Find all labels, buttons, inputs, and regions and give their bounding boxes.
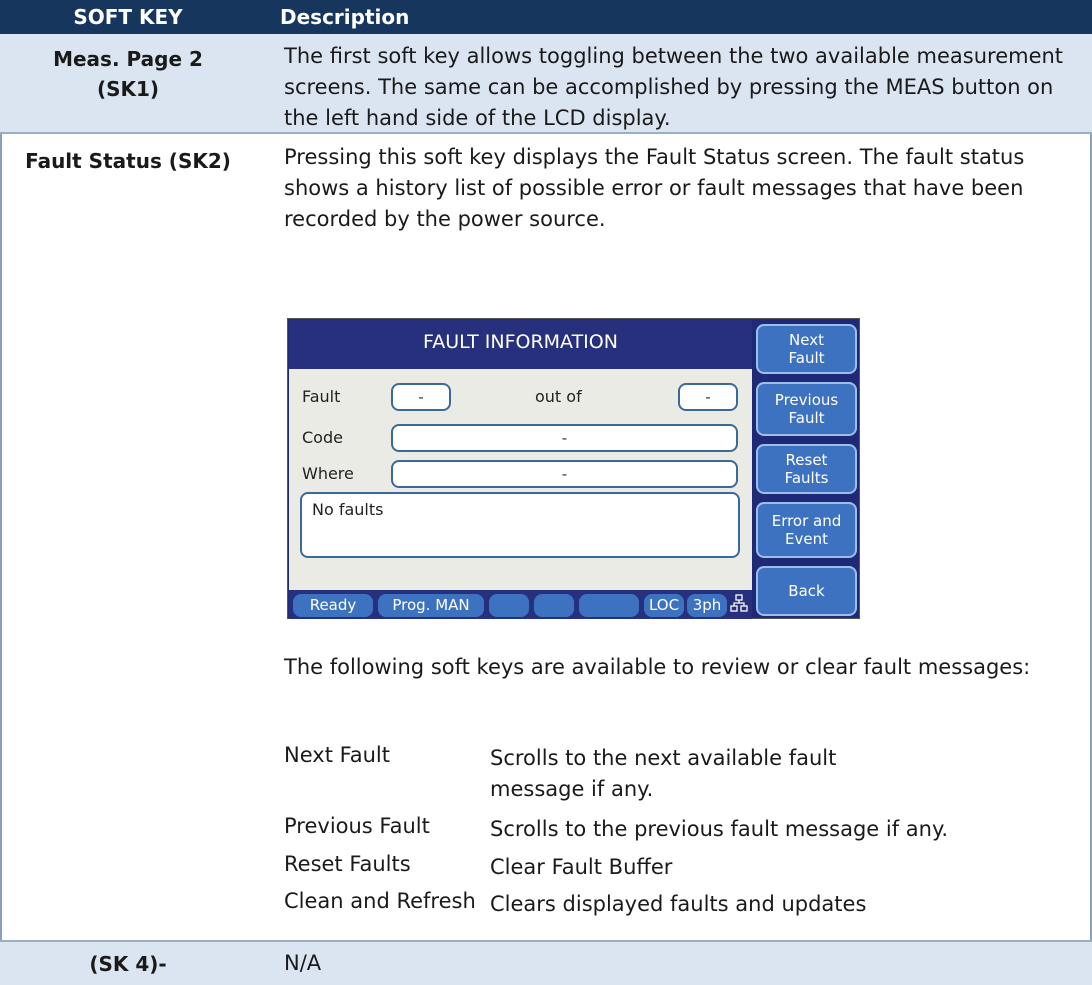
network-icon — [730, 594, 748, 616]
status-slot — [534, 594, 574, 617]
button-label: Event — [785, 530, 828, 548]
code-label: Code — [302, 428, 343, 447]
back-button[interactable]: Back — [756, 566, 857, 616]
table-header: SOFT KEY Description — [0, 0, 1092, 34]
softkey-item-name: Reset Faults — [284, 852, 411, 876]
error-and-event-button[interactable]: Error and Event — [756, 502, 857, 558]
soft-key-name: Fault Status (SK2) — [25, 149, 231, 173]
status-slot — [579, 594, 639, 617]
lcd-title: FAULT INFORMATION — [289, 320, 752, 369]
soft-key-name: Meas. Page 2 (SK1) — [0, 44, 256, 104]
softkey-item-desc: Clears displayed faults and updates — [490, 892, 867, 916]
soft-key-name: (SK 4)- — [89, 952, 167, 976]
status-program: Prog. MAN — [378, 594, 484, 617]
code-field: - — [391, 424, 738, 452]
status-loc: LOC — [644, 594, 684, 617]
button-label: Reset — [785, 451, 828, 469]
lcd-panel: FAULT INFORMATION Fault - out of - Code … — [289, 320, 752, 619]
soft-key-name-line1: Meas. Page 2 — [53, 47, 203, 71]
button-label: Back — [788, 582, 825, 600]
button-label: Error and — [771, 512, 842, 530]
soft-key-description: N/A — [284, 951, 322, 975]
header-description: Description — [280, 5, 410, 29]
soft-key-name-line2: (SK1) — [96, 77, 160, 101]
softkey-item-desc: Scrolls to the previous fault message if… — [490, 817, 949, 841]
status-slot — [489, 594, 529, 617]
table-row: (SK 4)- N/A — [0, 940, 1092, 985]
softkey-item-desc: Clear Fault Buffer — [490, 855, 673, 879]
next-fault-button[interactable]: Next Fault — [756, 324, 857, 374]
fault-information-screen: FAULT INFORMATION Fault - out of - Code … — [287, 318, 860, 619]
button-label: Fault — [788, 409, 825, 427]
header-soft-key: SOFT KEY — [73, 5, 183, 29]
fault-label: Fault — [302, 387, 341, 406]
button-label: Fault — [788, 349, 825, 367]
softkey-item-desc: Scrolls to the next available fault mess… — [490, 746, 837, 801]
fault-message-box: No faults — [300, 492, 740, 558]
out-of-label: out of — [535, 387, 582, 406]
where-field: - — [391, 460, 738, 488]
soft-key-description: Pressing this soft key displays the Faul… — [284, 145, 1025, 231]
button-label: Next — [789, 331, 824, 349]
where-label: Where — [302, 464, 354, 483]
softkeys-intro: The following soft keys are available to… — [284, 655, 1031, 679]
softkey-item-name: Previous Fault — [284, 814, 430, 838]
previous-fault-button[interactable]: Previous Fault — [756, 382, 857, 436]
table-row: Meas. Page 2 (SK1) The first soft key al… — [0, 34, 1092, 132]
reset-faults-button[interactable]: Reset Faults — [756, 444, 857, 494]
button-label: Faults — [784, 469, 829, 487]
status-phase: 3ph — [687, 594, 727, 617]
status-ready: Ready — [293, 594, 373, 617]
softkey-item-name: Next Fault — [284, 743, 390, 767]
softkey-item-name: Clean and Refresh — [284, 889, 476, 913]
fault-total-field: - — [678, 383, 738, 411]
soft-key-description: The first soft key allows toggling betwe… — [284, 44, 1064, 130]
fault-index-field: - — [391, 383, 451, 411]
button-label: Previous — [774, 391, 839, 409]
